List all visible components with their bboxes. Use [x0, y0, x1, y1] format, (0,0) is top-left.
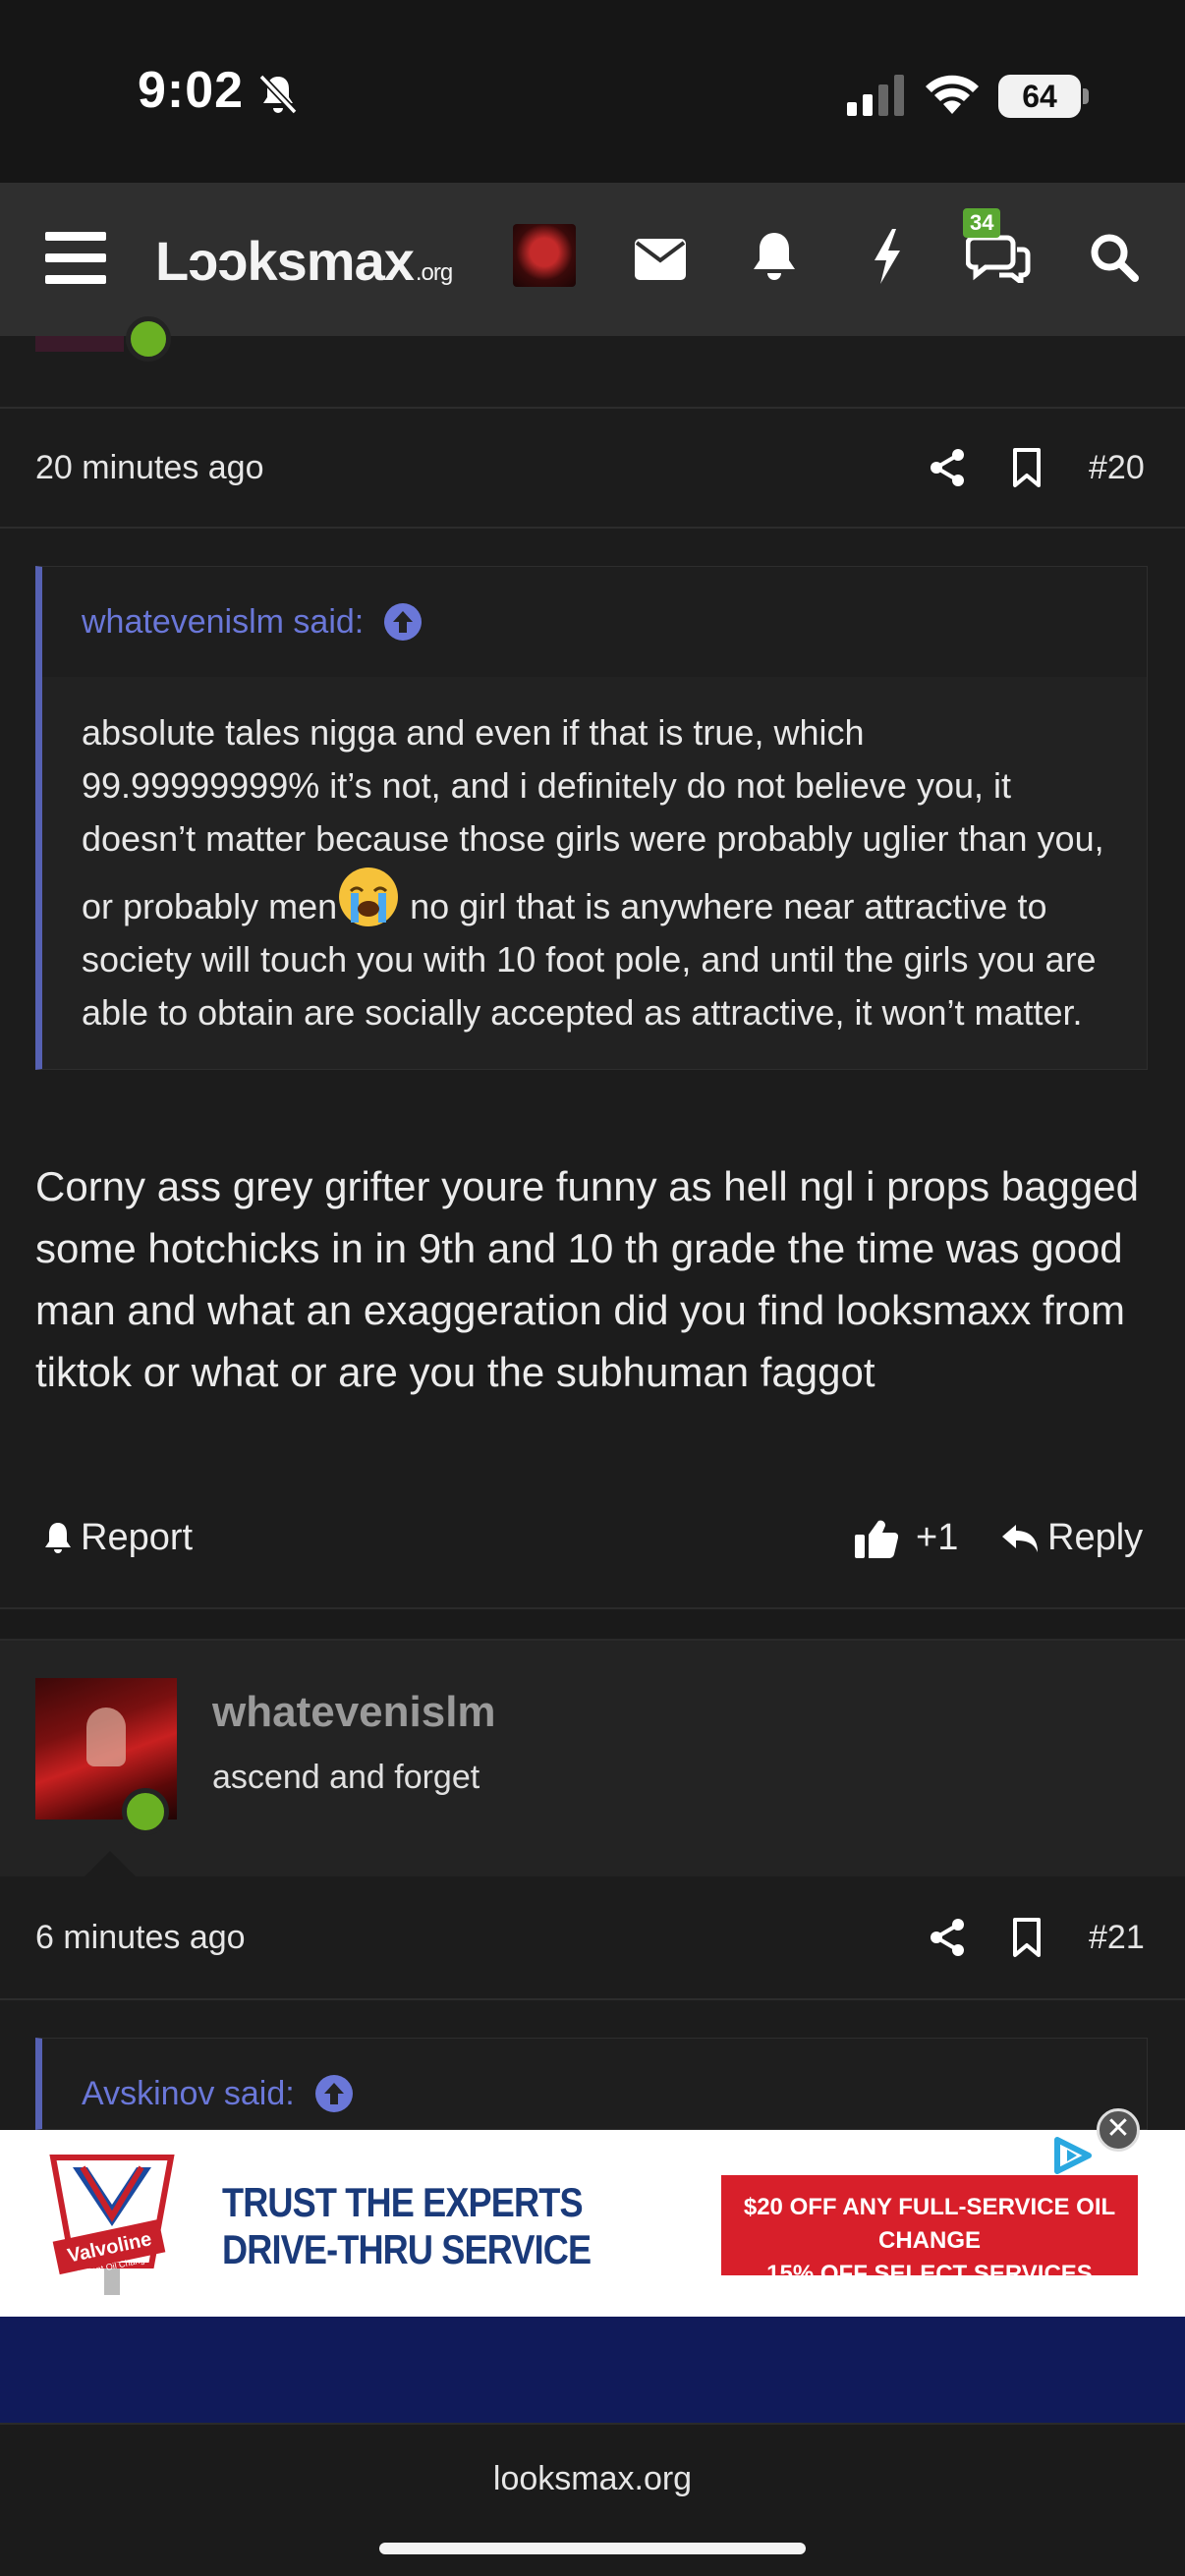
menu-icon: [45, 232, 106, 284]
ad-offer-line-2: 15% OFF SELECT SERVICES: [766, 2261, 1093, 2287]
browser-address-bar[interactable]: looksmax.org: [0, 2423, 1185, 2576]
post-number[interactable]: #21: [1089, 1919, 1145, 1957]
logo-text: Lɔɔksmax: [155, 229, 415, 292]
mail-icon: [635, 239, 686, 280]
reaction-count[interactable]: +1: [916, 1517, 958, 1559]
ad-headline: TRUST THE EXPERTS DRIVE-THRU SERVICE: [222, 2179, 592, 2273]
bolt-icon: [875, 229, 900, 284]
quote-header[interactable]: whatevenislm said:: [42, 567, 1147, 677]
ad-headline-line-1: TRUST THE EXPERTS: [222, 2179, 584, 2225]
alerts-button[interactable]: [747, 228, 802, 287]
username[interactable]: whatevenislm: [212, 1688, 496, 1737]
bell-muted-icon: [258, 74, 298, 115]
post-body: Corny ass grey grifter youre funny as he…: [35, 1163, 1139, 1395]
battery-tip: [1083, 88, 1089, 104]
post-pointer: [85, 1851, 136, 1876]
online-indicator: [126, 316, 171, 362]
quote-header[interactable]: Avskinov said:: [42, 2039, 1147, 2129]
status-bar: 9:02 64: [0, 0, 1185, 183]
report-button[interactable]: Report: [43, 1517, 193, 1559]
post-21-user: whatevenislm ascend and forget: [0, 1641, 1185, 1876]
bookmark-icon[interactable]: [1010, 447, 1044, 488]
search-button[interactable]: [1087, 230, 1142, 285]
post-actions: Report +1 Reply: [0, 1499, 1185, 1578]
thumbs-up-icon: [855, 1520, 898, 1558]
cellular-signal-icon: [847, 75, 904, 116]
ad-footer-band: [0, 2317, 1185, 2423]
conversations-count-badge: 34: [963, 208, 1001, 238]
ad-banner[interactable]: Valvoline Instant Oil Change TRUST THE E…: [0, 2130, 1185, 2317]
ad-close-button[interactable]: ✕: [1097, 2108, 1140, 2152]
quote-author[interactable]: Avskinov said:: [82, 2075, 295, 2113]
share-icon[interactable]: [928, 448, 967, 487]
ad-offer-box[interactable]: $20 OFF ANY FULL-SERVICE OIL CHANGE 15% …: [721, 2175, 1138, 2287]
url-text[interactable]: looksmax.org: [0, 2460, 1185, 2498]
crying-face-emoji-icon: [339, 868, 399, 926]
divider: [0, 1998, 1185, 2000]
arrow-up-circle-icon[interactable]: [383, 602, 423, 642]
post-timestamp[interactable]: 6 minutes ago: [35, 1919, 246, 1957]
report-label: Report: [81, 1517, 194, 1558]
quote-author[interactable]: whatevenislm said:: [82, 603, 364, 642]
account-avatar[interactable]: [513, 224, 576, 287]
bell-icon: [45, 1522, 71, 1553]
post-20-meta: 20 minutes ago #20: [0, 409, 1185, 527]
search-icon: [1091, 234, 1139, 282]
bookmark-icon[interactable]: [1010, 1917, 1044, 1958]
conversations-button[interactable]: 34: [963, 208, 1034, 289]
whats-new-button[interactable]: [863, 226, 912, 287]
post-number[interactable]: #20: [1089, 449, 1145, 487]
reply-label: Reply: [1047, 1517, 1144, 1558]
site-logo[interactable]: Lɔɔksmax .org: [155, 226, 453, 295]
quote-block: whatevenislm said: absolute tales nigga …: [35, 566, 1148, 1070]
online-indicator: [122, 1788, 169, 1835]
previous-post-avatar[interactable]: [35, 336, 124, 352]
menu-button[interactable]: [45, 230, 106, 285]
share-icon[interactable]: [928, 1918, 967, 1957]
ad-offer-line-1: $20 OFF ANY FULL-SERVICE OIL CHANGE: [743, 2194, 1116, 2254]
inbox-button[interactable]: [633, 232, 688, 287]
quote-text: absolute tales nigga and even if that is…: [42, 677, 1147, 1069]
home-indicator[interactable]: [379, 2543, 806, 2554]
post-separator: [0, 1607, 1185, 1641]
arrow-up-circle-icon[interactable]: [314, 2074, 354, 2113]
quote-block: Avskinov said:: [35, 2038, 1148, 2130]
post-21-meta: 6 minutes ago #21: [0, 1878, 1185, 1996]
reply-button[interactable]: Reply: [1000, 1517, 1143, 1559]
reply-arrow-icon: [1002, 1524, 1038, 1552]
status-time: 9:02: [138, 62, 245, 119]
bell-icon: [754, 233, 795, 280]
post-timestamp[interactable]: 20 minutes ago: [35, 449, 264, 487]
user-title: ascend and forget: [212, 1759, 480, 1796]
ad-headline-line-2: DRIVE-THRU SERVICE: [222, 2226, 592, 2272]
battery-indicator: 64: [998, 75, 1081, 118]
divider: [0, 527, 1185, 529]
like-button[interactable]: +1: [855, 1517, 958, 1559]
wifi-icon: [926, 75, 979, 114]
valvoline-logo: Valvoline Instant Oil Change: [49, 2155, 175, 2295]
adchoices-icon[interactable]: [1047, 2136, 1097, 2175]
top-navbar: Lɔɔksmax .org 34: [0, 183, 1185, 336]
logo-suffix: .org: [415, 259, 453, 286]
